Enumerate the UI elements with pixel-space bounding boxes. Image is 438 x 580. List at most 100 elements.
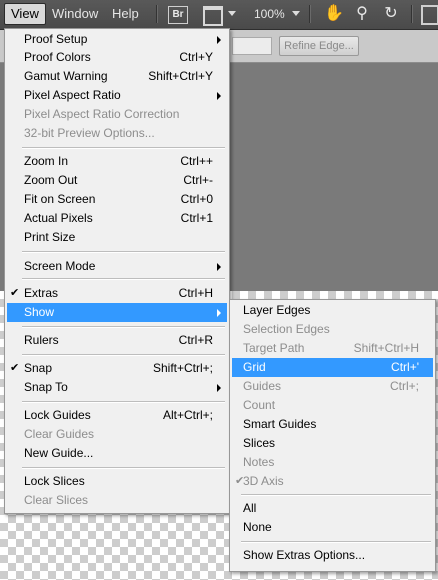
menu-item-clear-guides[interactable]: Clear Guides — [7, 425, 227, 444]
menu-window[interactable]: Window — [46, 3, 104, 25]
menu-item-clear-slices[interactable]: Clear Slices — [7, 491, 227, 510]
menu-item-shortcut: Ctrl+H — [178, 286, 213, 300]
bridge-icon[interactable]: Br — [168, 6, 188, 24]
menu-item-actual-pixels[interactable]: Actual Pixels Ctrl+1 — [7, 209, 227, 228]
submenu-arrow-icon — [217, 384, 221, 392]
menu-item-label: Show Extras Options... — [243, 548, 366, 562]
show-item-grid[interactable]: Grid Ctrl+' — [232, 358, 433, 377]
menu-item-shortcut: Ctrl+; — [389, 379, 419, 393]
show-item-target-path[interactable]: Target Path Shift+Ctrl+H — [232, 339, 433, 358]
menu-item-label: Slices — [243, 436, 276, 450]
zoom-tool-icon[interactable]: ⚲ — [352, 4, 372, 24]
menu-item-label: Extras — [24, 286, 59, 300]
menu-item-rulers[interactable]: Rulers Ctrl+R — [7, 331, 227, 350]
chevron-down-icon[interactable] — [228, 11, 236, 16]
menu-item-pixel-aspect-ratio-correction[interactable]: Pixel Aspect Ratio Correction — [7, 105, 227, 124]
menu-item-fit-on-screen[interactable]: Fit on Screen Ctrl+0 — [7, 190, 227, 209]
checkmark-icon: ✔ — [10, 362, 20, 374]
menu-separator — [22, 147, 225, 149]
submenu-arrow-icon — [217, 309, 221, 317]
menu-item-shortcut: Ctrl+' — [391, 360, 419, 374]
menu-item-zoom-out[interactable]: Zoom Out Ctrl+- — [7, 171, 227, 190]
show-item-none[interactable]: None — [232, 518, 433, 537]
menu-separator — [22, 251, 225, 253]
menu-item-snap-to[interactable]: Snap To — [7, 378, 227, 397]
menu-item-label: None — [243, 520, 272, 534]
menu-item-shortcut: Ctrl++ — [180, 154, 213, 168]
menu-item-32-bit-preview-options[interactable]: 32-bit Preview Options... — [7, 124, 227, 143]
menu-item-pixel-aspect-ratio[interactable]: Pixel Aspect Ratio — [7, 86, 227, 105]
show-item-slices[interactable]: Slices — [232, 434, 433, 453]
zoom-level[interactable]: 100% — [254, 3, 285, 25]
menu-item-label: Clear Guides — [24, 427, 95, 441]
menu-separator — [22, 354, 225, 356]
show-submenu: Layer Edges Selection Edges Target Path Shi… — [229, 299, 436, 572]
rotate-view-icon[interactable]: ↻ — [381, 4, 401, 24]
menu-item-label: Notes — [243, 455, 275, 469]
menu-item-label: Print Size — [24, 230, 76, 244]
menu-item-proof-colors[interactable]: Proof Colors Ctrl+Y — [7, 48, 227, 67]
show-item-smart-guides[interactable]: Smart Guides — [232, 415, 433, 434]
menu-item-label: Rulers — [24, 333, 59, 347]
toolbar-separator — [309, 5, 311, 23]
checkmark-icon: ✔ — [10, 287, 20, 299]
toolbar-separator — [156, 5, 158, 23]
menu-separator — [22, 326, 225, 328]
menu-item-label: Guides — [243, 379, 282, 393]
option-field[interactable] — [232, 37, 272, 55]
menu-item-label: 3D Axis — [243, 474, 284, 488]
show-item-layer-edges[interactable]: Layer Edges — [232, 301, 433, 320]
submenu-arrow-icon — [217, 36, 221, 44]
screen-mode-icon[interactable] — [203, 6, 223, 26]
menu-item-label: Clear Slices — [24, 493, 89, 507]
menu-item-label: Zoom Out — [24, 173, 78, 187]
menu-item-label: Selection Edges — [243, 322, 330, 336]
show-item-count[interactable]: Count — [232, 396, 433, 415]
menu-item-snap[interactable]: ✔ Snap Shift+Ctrl+; — [7, 359, 227, 378]
menu-item-label: Gamut Warning — [24, 69, 108, 83]
submenu-arrow-icon — [217, 263, 221, 271]
show-item-notes[interactable]: Notes — [232, 453, 433, 472]
menu-item-label: Count — [243, 398, 276, 412]
menu-item-shortcut: Alt+Ctrl+; — [162, 408, 213, 422]
menu-item-lock-slices[interactable]: Lock Slices — [7, 472, 227, 491]
show-item-3d-axis[interactable]: ✔ 3D Axis — [232, 472, 433, 491]
menu-separator — [22, 278, 225, 280]
menu-item-label: Snap — [24, 361, 53, 375]
chevron-down-icon[interactable] — [292, 11, 300, 16]
menu-item-label: Layer Edges — [243, 303, 311, 317]
arrange-documents-icon[interactable] — [421, 5, 438, 25]
menu-item-print-size[interactable]: Print Size — [7, 228, 227, 247]
refine-edge-button[interactable]: Refine Edge... — [279, 36, 359, 56]
show-item-show-extras-options[interactable]: Show Extras Options... — [232, 546, 433, 565]
menu-item-label: Proof Colors — [24, 50, 91, 64]
menu-item-show[interactable]: Show — [7, 303, 227, 322]
menu-item-proof-setup[interactable]: Proof Setup — [7, 30, 227, 49]
menu-item-extras[interactable]: ✔ Extras Ctrl+H — [7, 284, 227, 303]
hand-tool-icon[interactable]: ✋ — [324, 4, 344, 24]
menu-item-gamut-warning[interactable]: Gamut Warning Shift+Ctrl+Y — [7, 67, 227, 86]
menu-separator — [241, 541, 431, 543]
menu-item-shortcut: Ctrl+R — [178, 333, 213, 347]
menu-item-shortcut: Shift+Ctrl+; — [152, 361, 213, 375]
menu-item-label: Grid — [243, 360, 266, 374]
menu-item-label: Pixel Aspect Ratio Correction — [24, 107, 180, 121]
menu-item-shortcut: Shift+Ctrl+H — [353, 341, 419, 355]
menu-item-shortcut: Ctrl+1 — [180, 211, 213, 225]
menu-view[interactable]: View — [4, 3, 46, 25]
menu-item-label: Proof Setup — [24, 32, 88, 46]
submenu-arrow-icon — [217, 92, 221, 100]
menu-item-label: 32-bit Preview Options... — [24, 126, 155, 140]
show-item-guides[interactable]: Guides Ctrl+; — [232, 377, 433, 396]
menu-help[interactable]: Help — [106, 3, 145, 25]
menu-item-label: Screen Mode — [24, 259, 96, 273]
menu-bar: View Window Help Br 100% ✋ ⚲ ↻ — [0, 0, 438, 30]
show-item-selection-edges[interactable]: Selection Edges — [232, 320, 433, 339]
menu-item-label: All — [243, 501, 257, 515]
menu-item-screen-mode[interactable]: Screen Mode — [7, 257, 227, 276]
show-item-all[interactable]: All — [232, 499, 433, 518]
menu-item-lock-guides[interactable]: Lock Guides Alt+Ctrl+; — [7, 406, 227, 425]
menu-item-zoom-in[interactable]: Zoom In Ctrl++ — [7, 152, 227, 171]
menu-item-new-guide[interactable]: New Guide... — [7, 444, 227, 463]
menu-item-shortcut: Shift+Ctrl+Y — [148, 69, 213, 83]
